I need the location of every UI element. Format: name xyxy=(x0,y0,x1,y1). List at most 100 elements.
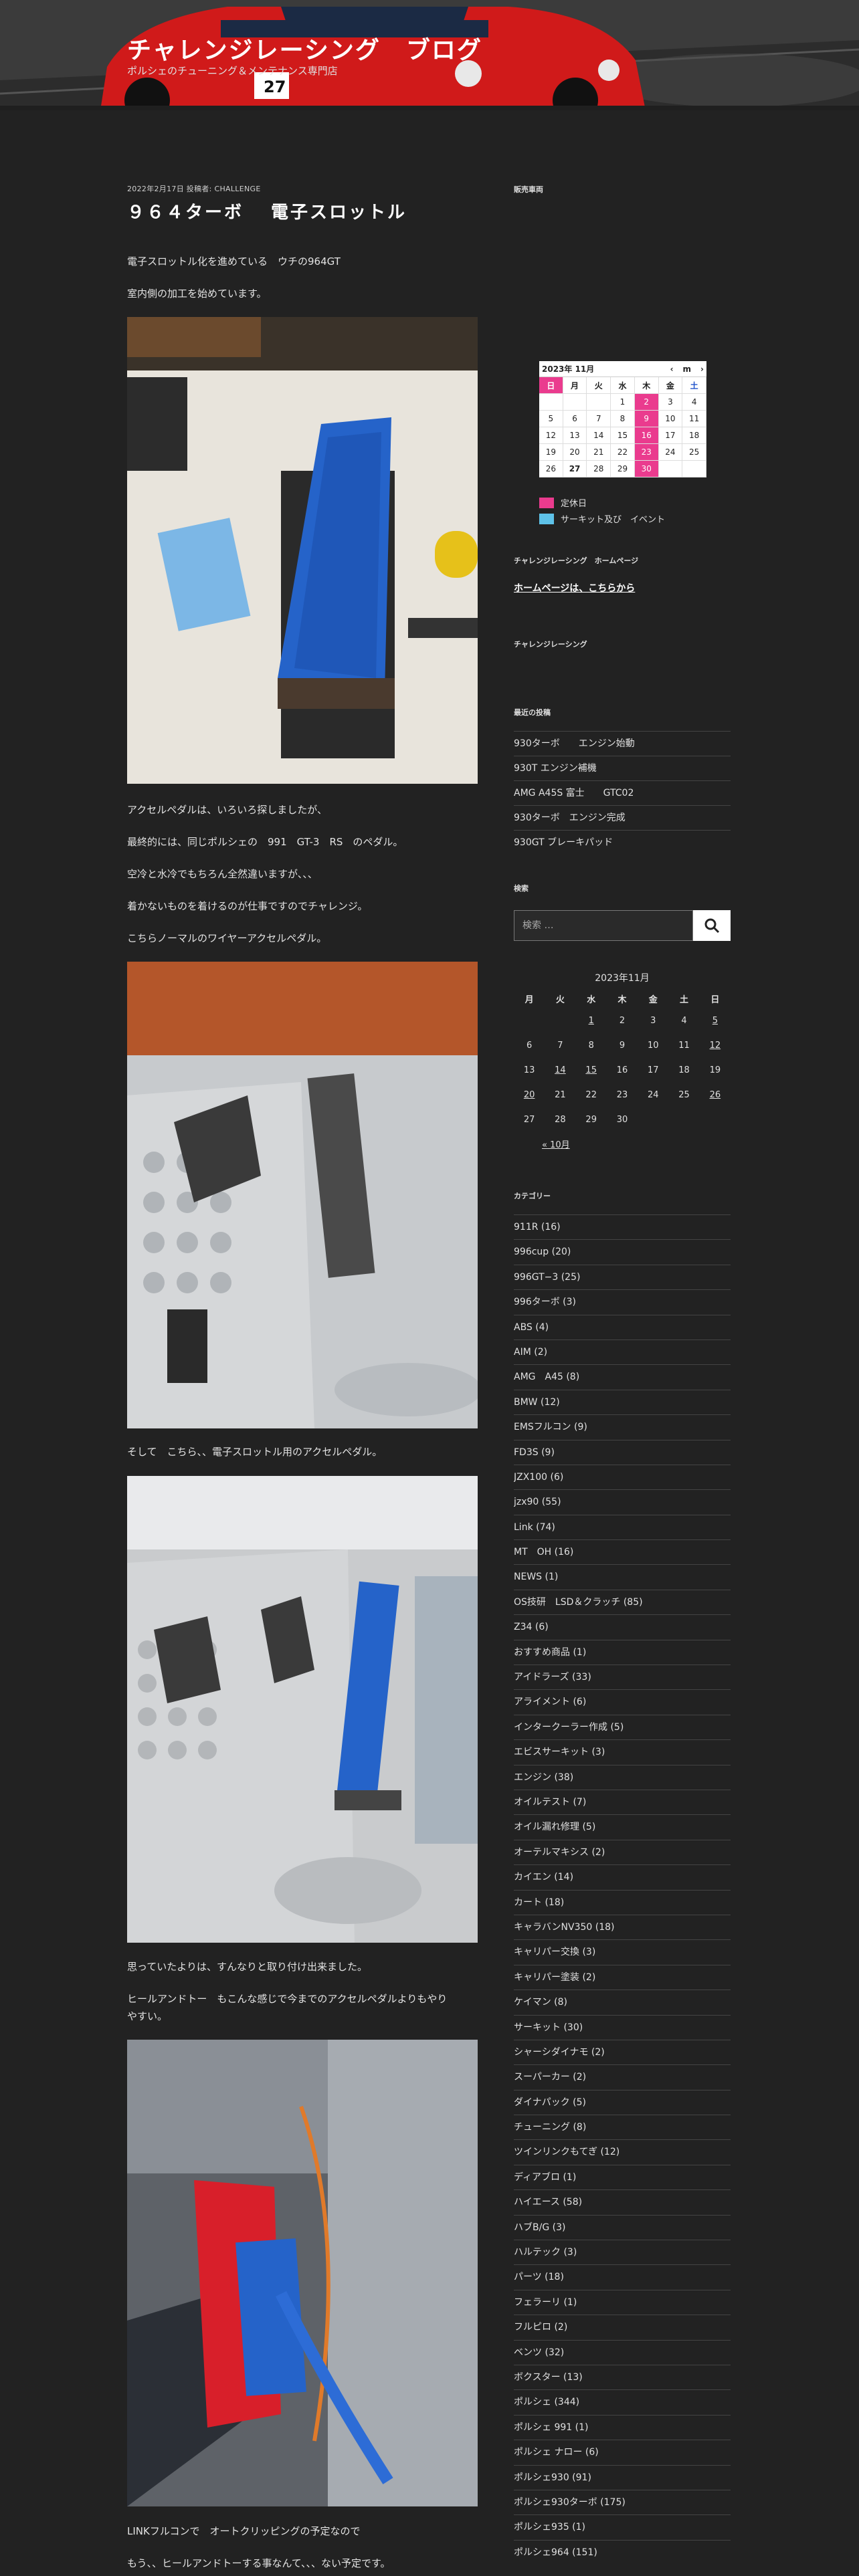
category-link[interactable]: スーパーカー (2) xyxy=(514,2064,731,2089)
category-link[interactable]: AIM (2) xyxy=(514,1339,731,1364)
schedule-day[interactable]: 15 xyxy=(611,427,635,444)
category-link[interactable]: インタークーラー作成 (5) xyxy=(514,1714,731,1739)
schedule-day[interactable]: 27 xyxy=(563,461,587,477)
category-link[interactable]: オーテルマキシス (2) xyxy=(514,1839,731,1864)
category-link[interactable]: jzx90 (55) xyxy=(514,1489,731,1514)
category-link[interactable]: MT OH (16) xyxy=(514,1539,731,1564)
category-link[interactable]: ABS (4) xyxy=(514,1314,731,1339)
schedule-day[interactable]: 23 xyxy=(634,444,659,461)
calendar-day-link[interactable]: 1 xyxy=(576,1008,607,1033)
category-link[interactable]: ケイマン (8) xyxy=(514,1990,731,2014)
category-link[interactable]: OS技研 LSD＆クラッチ (85) xyxy=(514,1589,731,1614)
schedule-day[interactable]: 18 xyxy=(682,427,706,444)
recent-post-link[interactable]: 930ターボ エンジン完成 xyxy=(514,805,731,830)
category-link[interactable]: オイルテスト (7) xyxy=(514,1789,731,1814)
category-link[interactable]: チューニング (8) xyxy=(514,2115,731,2139)
calendar-day-link[interactable]: 12 xyxy=(700,1033,731,1058)
category-link[interactable]: 911R (16) xyxy=(514,1214,731,1239)
schedule-day[interactable]: 6 xyxy=(563,411,587,427)
site-title[interactable]: チャレンジレーシング ブログ xyxy=(127,31,482,66)
recent-post-link[interactable]: 930ターボ エンジン始動 xyxy=(514,731,731,756)
schedule-day[interactable]: 1 xyxy=(611,394,635,411)
schedule-day[interactable]: 20 xyxy=(563,444,587,461)
category-link[interactable]: ベンツ (32) xyxy=(514,2339,731,2365)
recent-post-link[interactable]: 930T エンジン補機 xyxy=(514,756,731,780)
category-link[interactable]: シャーシダイナモ (2) xyxy=(514,2039,731,2064)
category-link[interactable]: キャリパー交換 (3) xyxy=(514,1939,731,1964)
recent-post-link[interactable]: AMG A45S 富士 GTC02 xyxy=(514,780,731,805)
schedule-day[interactable]: 25 xyxy=(682,444,706,461)
calendar-day-link[interactable]: 14 xyxy=(545,1058,575,1083)
search-button[interactable] xyxy=(693,910,731,941)
schedule-day[interactable]: 29 xyxy=(611,461,635,477)
category-link[interactable]: エンジン (38) xyxy=(514,1764,731,1790)
schedule-day[interactable]: 7 xyxy=(587,411,611,427)
calendar-day-link[interactable]: 5 xyxy=(700,1008,731,1033)
category-link[interactable]: エビスサーキット (3) xyxy=(514,1739,731,1764)
category-link[interactable]: カート (18) xyxy=(514,1889,731,1915)
calendar-prev-link[interactable]: « 10月 xyxy=(542,1138,731,1150)
category-link[interactable]: ポルシェ ナロー (6) xyxy=(514,2440,731,2464)
category-link[interactable]: ポルシェ 991 (1) xyxy=(514,2414,731,2440)
category-link[interactable]: アライメント (6) xyxy=(514,1689,731,1714)
category-link[interactable]: 996cup (20) xyxy=(514,1239,731,1264)
schedule-day[interactable]: 26 xyxy=(539,461,563,477)
category-link[interactable]: ポルシェ (344) xyxy=(514,2389,731,2414)
schedule-day[interactable]: 21 xyxy=(587,444,611,461)
homepage-link[interactable]: ホームページは、こちらから xyxy=(514,581,635,595)
category-link[interactable]: JZX100 (6) xyxy=(514,1464,731,1489)
category-link[interactable]: ハルテック (3) xyxy=(514,2240,731,2264)
schedule-day[interactable]: 17 xyxy=(658,427,683,444)
schedule-day[interactable]: 14 xyxy=(587,427,611,444)
category-link[interactable]: ハイエース (58) xyxy=(514,2189,731,2214)
search-input[interactable]: 検索 … xyxy=(514,910,693,941)
category-link[interactable]: キャラバンNV350 (18) xyxy=(514,1914,731,1939)
category-link[interactable]: ダイナパック (5) xyxy=(514,2089,731,2115)
category-link[interactable]: おすすめ商品 (1) xyxy=(514,1639,731,1665)
category-link[interactable]: ポルシェ964 (151) xyxy=(514,2539,731,2565)
category-link[interactable]: EMSフルコン (9) xyxy=(514,1414,731,1439)
calendar-day-link[interactable]: 15 xyxy=(576,1058,607,1083)
category-link[interactable]: NEWS (1) xyxy=(514,1564,731,1589)
category-link[interactable]: ディアブロ (1) xyxy=(514,2164,731,2189)
category-link[interactable]: アイドラーズ (33) xyxy=(514,1665,731,1689)
recent-post-link[interactable]: 930GT ブレーキパッド xyxy=(514,830,731,855)
schedule-day[interactable]: 12 xyxy=(539,427,563,444)
schedule-day[interactable]: 9 xyxy=(634,411,659,427)
category-link[interactable]: ハブB/G (3) xyxy=(514,2214,731,2240)
calendar-day-link[interactable]: 26 xyxy=(700,1083,731,1107)
schedule-day[interactable]: 28 xyxy=(587,461,611,477)
schedule-day[interactable]: 24 xyxy=(658,444,683,461)
schedule-day[interactable]: 11 xyxy=(682,411,706,427)
category-link[interactable]: フルピロ (2) xyxy=(514,2315,731,2339)
schedule-day[interactable]: 16 xyxy=(634,427,659,444)
schedule-day[interactable]: 19 xyxy=(539,444,563,461)
category-link[interactable]: Z34 (6) xyxy=(514,1614,731,1639)
category-link[interactable]: ツインリンクもてぎ (12) xyxy=(514,2139,731,2164)
calendar-day-link[interactable]: 20 xyxy=(514,1083,545,1107)
category-link[interactable]: オイル漏れ修理 (5) xyxy=(514,1814,731,1839)
category-link[interactable]: 996ターボ (3) xyxy=(514,1289,731,1314)
category-link[interactable]: AMG A45 (8) xyxy=(514,1364,731,1389)
category-link[interactable]: ポルシェ930 (91) xyxy=(514,2464,731,2490)
schedule-day[interactable]: 3 xyxy=(658,394,683,411)
category-link[interactable]: フェラーリ (1) xyxy=(514,2289,731,2315)
schedule-day[interactable]: 30 xyxy=(634,461,659,477)
prev-month-button[interactable]: ‹ xyxy=(670,364,674,374)
schedule-day[interactable]: 4 xyxy=(682,394,706,411)
schedule-day[interactable]: 22 xyxy=(611,444,635,461)
schedule-day[interactable]: 5 xyxy=(539,411,563,427)
next-month-button[interactable]: › xyxy=(700,364,704,374)
category-link[interactable]: キャリパー塗装 (2) xyxy=(514,1964,731,1990)
category-link[interactable]: カイエン (14) xyxy=(514,1864,731,1889)
category-link[interactable]: ボクスター (13) xyxy=(514,2364,731,2389)
category-link[interactable]: サーキット (30) xyxy=(514,2014,731,2040)
category-link[interactable]: 996GT−3 (25) xyxy=(514,1264,731,1289)
schedule-day[interactable]: 13 xyxy=(563,427,587,444)
category-link[interactable]: FD3S (9) xyxy=(514,1439,731,1465)
category-link[interactable]: BMW (12) xyxy=(514,1389,731,1414)
category-link[interactable]: ポルシェ935 (1) xyxy=(514,2514,731,2539)
category-link[interactable]: Link (74) xyxy=(514,1514,731,1539)
schedule-day[interactable]: 10 xyxy=(658,411,683,427)
category-link[interactable]: ポルシェ930ターボ (175) xyxy=(514,2489,731,2514)
